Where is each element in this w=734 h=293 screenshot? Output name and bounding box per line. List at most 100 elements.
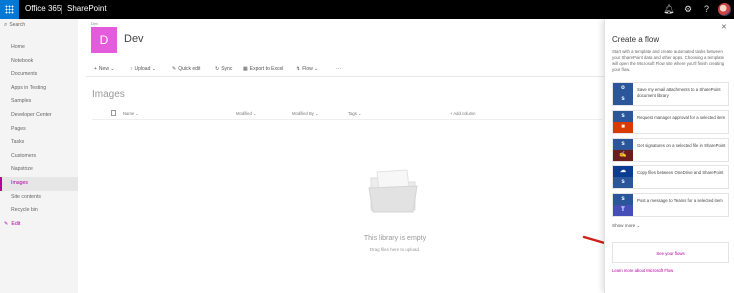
excel-icon: ▦ bbox=[243, 66, 248, 72]
flow-template-card[interactable]: s ■ Request manager approval for a selec… bbox=[612, 109, 729, 134]
nav-edit-label: Edit bbox=[11, 220, 21, 227]
column-name[interactable]: Name ⌄ bbox=[123, 111, 139, 116]
nav-item-tasks[interactable]: Tasks bbox=[0, 136, 78, 150]
chevron-down-icon: ⌄ bbox=[151, 66, 156, 72]
upload-label: Upload bbox=[134, 66, 151, 72]
flow-template-text: Post a message to Teams for a selected i… bbox=[637, 198, 723, 204]
site-logo[interactable]: D bbox=[91, 27, 117, 53]
export-excel-button[interactable]: ▦ Export to Excel bbox=[243, 66, 283, 72]
nav-item-notebook[interactable]: Notebook bbox=[0, 55, 78, 69]
sharepoint-icon: s bbox=[613, 194, 633, 206]
chevron-down-icon: ⌄ bbox=[315, 111, 319, 116]
flow-template-icons: s ✍ bbox=[613, 138, 633, 161]
sharepoint-icon: s bbox=[613, 110, 633, 122]
close-icon[interactable]: ✕ bbox=[721, 23, 727, 31]
nav-item-developer-center[interactable]: Developer Center bbox=[0, 109, 78, 123]
flow-template-card[interactable]: s T Post a message to Teams for a select… bbox=[612, 193, 729, 218]
search-placeholder: Search bbox=[9, 22, 26, 28]
nav-item-apps-in-testing[interactable]: Apps in Testing bbox=[0, 82, 78, 96]
empty-folder-icon bbox=[368, 169, 418, 213]
flow-template-text: Request manager approval for a selected … bbox=[637, 114, 726, 120]
flow-template-card[interactable]: s ✍ Get signatures on a selected file in… bbox=[612, 137, 729, 162]
pencil-icon: ✎ bbox=[4, 220, 9, 227]
quick-edit-label: Quick edit bbox=[178, 66, 201, 72]
gear-icon[interactable]: ⚙ bbox=[684, 4, 692, 15]
see-your-flows-button[interactable]: See your flows bbox=[612, 242, 729, 263]
flow-template-list: o s Save my email attachments to a Share… bbox=[612, 82, 729, 221]
site-title[interactable]: Dev bbox=[124, 33, 144, 45]
plus-icon: + bbox=[94, 66, 97, 72]
flow-template-icons: o s bbox=[613, 83, 633, 105]
chevron-down-icon: ⌄ bbox=[314, 66, 319, 72]
panel-description: Start with a template and create automat… bbox=[612, 49, 725, 72]
upload-button[interactable]: ↑ Upload ⌄ bbox=[130, 66, 156, 72]
nav-item-documents[interactable]: Documents bbox=[0, 68, 78, 82]
panel-title: Create a flow bbox=[612, 35, 660, 44]
quick-edit-button[interactable]: ✎ Quick edit bbox=[172, 66, 200, 72]
flow-icon: ↯ bbox=[296, 66, 301, 72]
avatar[interactable] bbox=[718, 3, 731, 16]
sync-label: Sync bbox=[221, 66, 233, 72]
flow-label: Flow bbox=[302, 66, 313, 72]
column-tags[interactable]: Tags ⌄ bbox=[348, 111, 362, 116]
new-button[interactable]: + New ⌄ bbox=[94, 66, 115, 72]
flow-template-icons: s ■ bbox=[613, 110, 633, 133]
suite-app-name[interactable]: SharePoint bbox=[67, 4, 107, 13]
column-modified-label: Modified bbox=[236, 111, 252, 116]
chevron-down-icon: ⌄ bbox=[110, 66, 115, 72]
site-breadcrumb[interactable]: Dev bbox=[91, 21, 98, 26]
flow-template-text: Copy files between OneDrive and SharePoi… bbox=[637, 170, 724, 176]
sharepoint-icon: s bbox=[613, 177, 633, 189]
onedrive-icon: ☁ bbox=[613, 166, 633, 178]
chevron-down-icon: ⌄ bbox=[358, 111, 362, 116]
flow-template-text: Get signatures on a selected file in Sha… bbox=[637, 142, 726, 148]
more-button[interactable]: ··· bbox=[336, 66, 341, 72]
column-modified-by[interactable]: Modified By ⌄ bbox=[292, 111, 319, 116]
nav-list: Home Notebook Documents Apps in Testing … bbox=[0, 41, 78, 230]
nav-edit-link[interactable]: ✎ Edit bbox=[0, 218, 78, 230]
command-bar: + New ⌄ ↑ Upload ⌄ ✎ Quick edit ↻ Sync ▦ Expo… bbox=[86, 63, 606, 77]
signature-icon: ✍ bbox=[613, 149, 633, 161]
add-column-button[interactable]: + Add column bbox=[450, 111, 476, 116]
left-nav: ⌕ Search Home Notebook Documents Apps in … bbox=[0, 19, 78, 293]
nav-item-napstrize[interactable]: Napstrize bbox=[0, 163, 78, 177]
suite-bar: Office 365 SharePoint 🔔︎ ⚙ ? bbox=[0, 0, 734, 19]
library-title: Images bbox=[92, 89, 125, 100]
search-input[interactable]: ⌕ Search bbox=[4, 22, 74, 33]
flow-button[interactable]: ↯ Flow ⌄ bbox=[296, 66, 318, 72]
nav-item-recycle-bin[interactable]: Recycle bin bbox=[0, 204, 78, 218]
chevron-down-icon: ⌄ bbox=[253, 111, 257, 116]
chevron-down-icon: ⌄ bbox=[636, 223, 641, 228]
nav-item-customers[interactable]: Customers bbox=[0, 150, 78, 164]
flow-template-card[interactable]: o s Save my email attachments to a Share… bbox=[612, 82, 729, 106]
office-icon: ■ bbox=[613, 121, 633, 133]
flow-template-card[interactable]: ☁ s Copy files between OneDrive and Shar… bbox=[612, 165, 729, 190]
nav-item-site-contents[interactable]: Site contents bbox=[0, 191, 78, 205]
show-more-button[interactable]: Show more ⌄ bbox=[612, 223, 640, 229]
column-modified[interactable]: Modified ⌄ bbox=[236, 111, 257, 116]
column-name-label: Name bbox=[123, 111, 135, 116]
waffle-icon[interactable] bbox=[0, 0, 19, 19]
sharepoint-icon: s bbox=[613, 138, 633, 150]
flow-template-icons: ☁ s bbox=[613, 166, 633, 189]
nav-item-home[interactable]: Home bbox=[0, 41, 78, 55]
column-tags-label: Tags bbox=[348, 111, 357, 116]
learn-more-link[interactable]: Learn more about Microsoft Flow bbox=[612, 268, 673, 273]
file-type-icon[interactable] bbox=[111, 110, 116, 116]
search-icon: ⌕ bbox=[4, 22, 8, 28]
sharepoint-icon: s bbox=[613, 94, 633, 105]
show-more-label: Show more bbox=[612, 223, 636, 228]
nav-item-pages[interactable]: Pages bbox=[0, 123, 78, 137]
sync-button[interactable]: ↻ Sync bbox=[215, 66, 232, 72]
column-modified-by-label: Modified By bbox=[292, 111, 314, 116]
nav-item-images[interactable]: Images bbox=[0, 176, 78, 191]
bell-icon[interactable]: 🔔︎ bbox=[663, 4, 674, 15]
create-flow-panel: ✕ Create a flow Start with a template an… bbox=[604, 19, 734, 293]
nav-item-samples[interactable]: Samples bbox=[0, 95, 78, 109]
help-icon[interactable]: ? bbox=[704, 4, 709, 15]
teams-icon: T bbox=[613, 205, 633, 217]
pencil-icon: ✎ bbox=[172, 66, 177, 72]
column-headers: Name ⌄ Modified ⌄ Modified By ⌄ Tags ⌄ +… bbox=[92, 110, 602, 120]
suite-divider bbox=[61, 5, 62, 14]
suite-brand[interactable]: Office 365 bbox=[25, 4, 61, 13]
